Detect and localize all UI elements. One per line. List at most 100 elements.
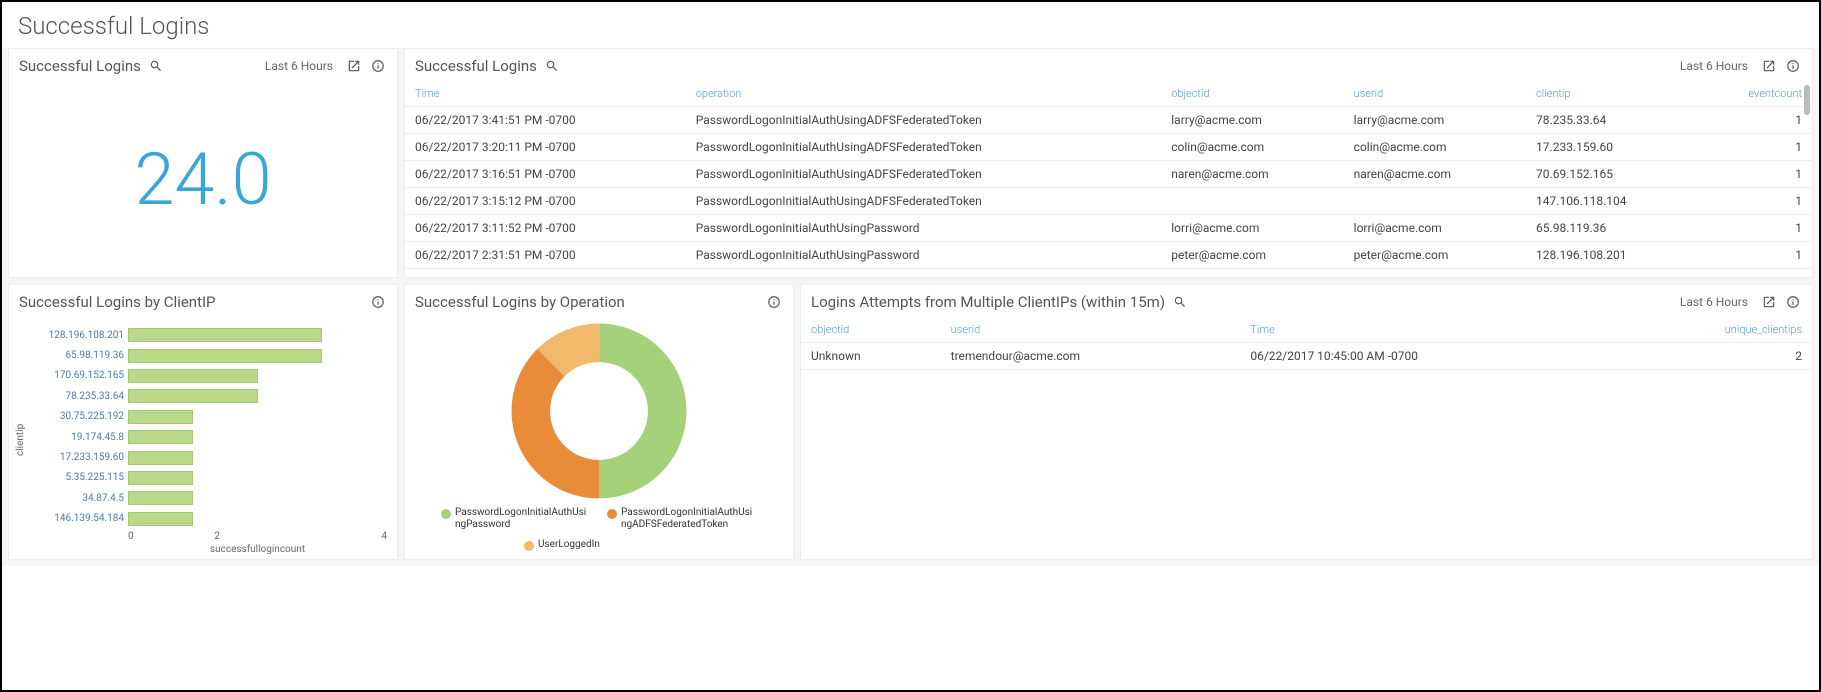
col-time[interactable]: Time <box>405 81 686 107</box>
panel-logins-by-clientip: Successful Logins by ClientIP clientip 1… <box>8 284 398 560</box>
open-new-window-icon[interactable] <box>1760 293 1778 311</box>
panel-title: Successful Logins <box>415 57 537 75</box>
x-axis-label: successfullogincount <box>128 542 387 555</box>
panel-header: Successful Logins Last 6 Hours <box>405 49 1812 81</box>
table-row[interactable]: 06/22/2017 3:15:12 PM -0700PasswordLogon… <box>405 188 1812 215</box>
table-cell: colin@acme.com <box>1161 134 1343 161</box>
table-cell: 06/22/2017 10:45:00 AM -0700 <box>1240 343 1617 370</box>
bar-fill[interactable] <box>128 349 322 363</box>
table-cell: PasswordLogonInitialAuthUsingADFSFederat… <box>686 161 1162 188</box>
table-row[interactable]: 06/22/2017 3:11:52 PM -0700PasswordLogon… <box>405 215 1812 242</box>
bar-fill[interactable] <box>128 451 193 465</box>
table-cell: naren@acme.com <box>1161 161 1343 188</box>
table-cell: 06/22/2017 2:31:51 PM -0700 <box>405 242 686 269</box>
table-cell: 1 <box>1698 161 1812 188</box>
table-row[interactable]: 06/22/2017 3:20:11 PM -0700PasswordLogon… <box>405 134 1812 161</box>
table-scroll-area[interactable]: objectid userid Time unique_clientips Un… <box>801 317 1812 559</box>
table-row[interactable]: 06/22/2017 2:31:51 PM -0700PasswordLogon… <box>405 242 1812 269</box>
table-cell: 06/22/2017 3:11:52 PM -0700 <box>405 215 686 242</box>
bar-category-label: 17.233.159.60 <box>28 452 128 463</box>
col-userid[interactable]: userid <box>941 317 1241 343</box>
table-cell: tremendour@acme.com <box>941 343 1241 370</box>
table-cell: 1 <box>1698 188 1812 215</box>
table-cell: 65.98.119.36 <box>1526 215 1698 242</box>
bar-row: 146.139.54.184 <box>28 510 387 528</box>
table-cell: PasswordLogonInitialAuthUsingADFSFederat… <box>686 107 1162 134</box>
panel-header: Successful Logins by Operation <box>405 285 793 317</box>
col-eventcount[interactable]: eventcount <box>1698 81 1812 107</box>
table-cell: peter@acme.com <box>1161 242 1343 269</box>
open-new-window-icon[interactable] <box>1760 57 1778 75</box>
y-axis-label: clientip <box>13 325 28 555</box>
table-cell: 128.196.108.201 <box>1526 242 1698 269</box>
x-tick: 0 <box>128 531 214 542</box>
panel-header: Logins Attempts from Multiple ClientIPs … <box>801 285 1812 317</box>
bar-row: 65.98.119.36 <box>28 347 387 365</box>
bar-fill[interactable] <box>128 328 322 342</box>
table-cell: 78.235.33.64 <box>1526 107 1698 134</box>
multi-ip-table: objectid userid Time unique_clientips Un… <box>801 317 1812 370</box>
bar-fill[interactable] <box>128 430 193 444</box>
table-cell: 2 <box>1617 343 1812 370</box>
col-objectid[interactable]: objectid <box>1161 81 1343 107</box>
table-scroll-area[interactable]: Time operation objectid userid clientip … <box>405 81 1812 277</box>
panel-title: Successful Logins by ClientIP <box>19 293 216 311</box>
table-row[interactable]: 06/22/2017 3:16:51 PM -0700PasswordLogon… <box>405 161 1812 188</box>
bar-chart: clientip 128.196.108.20165.98.119.36170.… <box>9 317 397 559</box>
bar-row: 5.35.225.115 <box>28 469 387 487</box>
time-range-label: Last 6 Hours <box>1680 295 1748 309</box>
search-icon[interactable] <box>147 57 165 75</box>
legend-item[interactable]: PasswordLogonInitialAuthUsingADFSFederat… <box>607 507 757 531</box>
bar-category-label: 65.98.119.36 <box>28 350 128 361</box>
table-cell: peter@acme.com <box>1344 242 1526 269</box>
col-objectid[interactable]: objectid <box>801 317 941 343</box>
table-row[interactable]: 06/22/2017 3:41:51 PM -0700PasswordLogon… <box>405 107 1812 134</box>
bar-fill[interactable] <box>128 491 193 505</box>
time-range-label: Last 6 Hours <box>1680 59 1748 73</box>
dashboard-grid: Successful Logins Last 6 Hours 24.0 Succ… <box>2 48 1819 566</box>
bar-fill[interactable] <box>128 410 193 424</box>
bar-category-label: 19.174.45.8 <box>28 432 128 443</box>
table-cell: PasswordLogonInitialAuthUsingPassword <box>686 215 1162 242</box>
bar-category-label: 5.35.225.115 <box>28 472 128 483</box>
panel-title: Successful Logins <box>19 57 141 75</box>
login-count-value: 24.0 <box>9 81 397 277</box>
donut-legend: PasswordLogonInitialAuthUsingPassword Pas… <box>429 507 769 551</box>
table-cell: PasswordLogonInitialAuthUsingADFSFederat… <box>686 188 1162 215</box>
search-icon[interactable] <box>1171 293 1189 311</box>
info-icon[interactable] <box>765 293 783 311</box>
table-cell: 1 <box>1698 215 1812 242</box>
bar-fill[interactable] <box>128 471 193 485</box>
legend-item[interactable]: UserLoggedIn <box>524 539 674 551</box>
panel-title: Logins Attempts from Multiple ClientIPs … <box>811 293 1165 311</box>
info-icon[interactable] <box>369 57 387 75</box>
scrollbar-thumb[interactable] <box>1804 85 1810 115</box>
panel-successful-logins-count: Successful Logins Last 6 Hours 24.0 <box>8 48 398 278</box>
search-icon[interactable] <box>543 57 561 75</box>
legend-label: PasswordLogonInitialAuthUsingPassword <box>455 507 591 531</box>
table-row[interactable]: Unknowntremendour@acme.com06/22/2017 10:… <box>801 343 1812 370</box>
table-cell: 1 <box>1698 134 1812 161</box>
panel-logins-by-operation: Successful Logins by Operation PasswordL… <box>404 284 794 560</box>
bar-fill[interactable] <box>128 369 258 383</box>
bar-fill[interactable] <box>128 389 258 403</box>
bar-fill[interactable] <box>128 512 193 526</box>
info-icon[interactable] <box>369 293 387 311</box>
legend-item[interactable]: PasswordLogonInitialAuthUsingPassword <box>441 507 591 531</box>
legend-swatch <box>441 509 451 519</box>
table-cell <box>1161 188 1343 215</box>
table-cell: PasswordLogonInitialAuthUsingPassword <box>686 242 1162 269</box>
bar-row: 128.196.108.201 <box>28 326 387 344</box>
open-new-window-icon[interactable] <box>345 57 363 75</box>
col-clientip[interactable]: clientip <box>1526 81 1698 107</box>
donut-slice[interactable] <box>531 343 667 479</box>
col-operation[interactable]: operation <box>686 81 1162 107</box>
col-userid[interactable]: userid <box>1344 81 1526 107</box>
panel-header: Successful Logins by ClientIP <box>9 285 397 317</box>
info-icon[interactable] <box>1784 57 1802 75</box>
bar-row: 17.233.159.60 <box>28 449 387 467</box>
legend-label: UserLoggedIn <box>538 539 600 551</box>
col-time[interactable]: Time <box>1240 317 1617 343</box>
col-unique-clientips[interactable]: unique_clientips <box>1617 317 1812 343</box>
info-icon[interactable] <box>1784 293 1802 311</box>
